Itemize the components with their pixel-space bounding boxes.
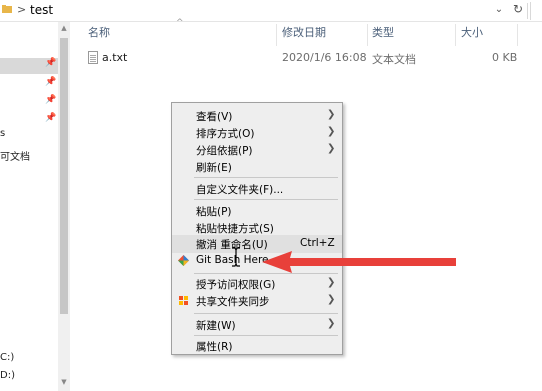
git-icon (178, 255, 189, 266)
scroll-up-icon[interactable]: ▲ (58, 24, 70, 34)
menu-item-label: 授予访问权限(G) (196, 279, 276, 291)
pin-icon: 📌 (45, 58, 57, 68)
submenu-arrow-icon: ❯ (327, 277, 336, 288)
menu-item-group-by[interactable]: 分组依据(P) ❯ (172, 141, 342, 159)
menu-item-grant-access[interactable]: 授予访问权限(G) ❯ (172, 275, 342, 293)
breadcrumb-separator[interactable]: > (17, 3, 26, 16)
text-cursor-icon (232, 247, 240, 267)
menu-item-properties[interactable]: 属性(R) (172, 337, 342, 355)
column-divider[interactable] (517, 24, 518, 46)
column-header-size[interactable]: 大小 (461, 24, 483, 44)
menu-item-label: 刷新(E) (196, 162, 232, 174)
menu-item-shortcut: Ctrl+Z (300, 237, 335, 249)
menu-item-customize-folder[interactable]: 自定义文件夹(F)... (172, 180, 342, 198)
folder-icon (2, 5, 12, 13)
column-divider[interactable] (367, 24, 368, 46)
submenu-arrow-icon: ❯ (327, 294, 336, 305)
sort-ascending-icon: ^ (176, 18, 184, 28)
sidebar-partial-label[interactable]: s (0, 128, 5, 139)
menu-separator (194, 177, 338, 178)
menu-item-label: 分组依据(P) (196, 145, 253, 157)
submenu-arrow-icon: ❯ (327, 318, 336, 329)
address-divider (527, 3, 528, 19)
file-size: 0 KB (492, 51, 518, 64)
menu-item-label: 自定义文件夹(F)... (196, 184, 284, 196)
column-header-name[interactable]: 名称 (88, 24, 110, 44)
sidebar-item-drive-d[interactable]: D:) (0, 370, 15, 381)
menu-item-paste[interactable]: 粘贴(P) (172, 202, 342, 220)
menu-item-label: 粘贴(P) (196, 206, 232, 218)
menu-item-label: 新建(W) (196, 320, 236, 332)
menu-item-view[interactable]: 查看(V) ❯ (172, 107, 342, 125)
menu-item-label: 查看(V) (196, 111, 233, 123)
file-name: a.txt (102, 51, 128, 64)
search-input[interactable] (530, 2, 542, 20)
menu-item-undo-rename[interactable]: 撤消 重命名(U) Ctrl+Z (172, 235, 342, 253)
column-divider[interactable] (276, 24, 277, 46)
navigation-pane: 📌 📌 📌 📌 s 可文档 C:) D:) (0, 22, 58, 391)
menu-item-git-bash-here[interactable]: Git Bash Here (172, 252, 342, 270)
sidebar-item-drive-c[interactable]: C:) (0, 352, 14, 363)
menu-separator (194, 199, 338, 200)
file-row[interactable]: a.txt 2020/1/6 16:08 文本文档 0 KB (78, 48, 542, 68)
menu-item-label: 排序方式(O) (196, 128, 255, 140)
sidebar-scroll-thumb[interactable] (60, 38, 68, 314)
menu-separator (194, 335, 338, 336)
menu-item-label: 粘贴快捷方式(S) (196, 223, 274, 235)
scroll-down-icon[interactable]: ▼ (58, 378, 70, 388)
column-header-type[interactable]: 类型 (372, 24, 394, 44)
submenu-arrow-icon: ❯ (327, 143, 336, 154)
menu-item-label: 属性(R) (196, 341, 233, 353)
breadcrumb-test[interactable]: test (30, 3, 53, 17)
column-header-modified[interactable]: 修改日期 (282, 24, 326, 44)
submenu-arrow-icon: ❯ (327, 109, 336, 120)
menu-item-sort-by[interactable]: 排序方式(O) ❯ (172, 124, 342, 142)
text-file-icon (88, 51, 98, 64)
file-type: 文本文档 (372, 53, 416, 66)
chevron-down-icon[interactable]: ⌄ (492, 4, 506, 18)
pin-icon: 📌 (45, 113, 57, 123)
menu-separator (194, 273, 338, 274)
file-modified: 2020/1/6 16:08 (282, 51, 367, 64)
column-divider[interactable] (455, 24, 456, 46)
menu-separator (194, 313, 338, 314)
context-menu: 查看(V) ❯ 排序方式(O) ❯ 分组依据(P) ❯ 刷新(E) 自定义文件夹… (171, 102, 343, 355)
submenu-arrow-icon: ❯ (327, 126, 336, 137)
menu-item-refresh[interactable]: 刷新(E) (172, 158, 342, 176)
menu-item-shared-folder-sync[interactable]: 共享文件夹同步 ❯ (172, 292, 342, 310)
address-bar[interactable]: > test ⌄ ↻ (0, 0, 542, 22)
pin-icon: 📌 (45, 95, 57, 105)
menu-item-new[interactable]: 新建(W) ❯ (172, 316, 342, 334)
sidebar-item-documents[interactable]: 可文档 (0, 148, 30, 163)
refresh-icon[interactable]: ↻ (510, 2, 526, 18)
pin-icon: 📌 (45, 77, 57, 87)
sync-icon (179, 296, 188, 305)
menu-item-label: 共享文件夹同步 (196, 296, 270, 308)
